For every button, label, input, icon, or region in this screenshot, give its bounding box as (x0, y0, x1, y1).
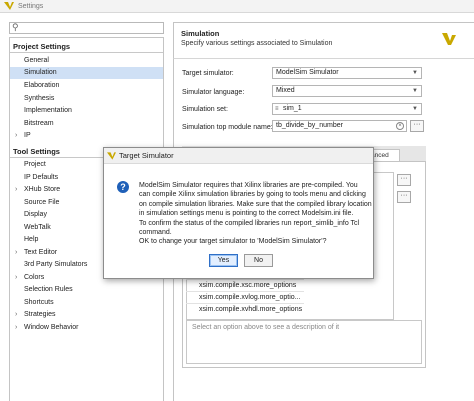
browse-top-module-button[interactable]: ··· (410, 120, 424, 132)
settings-search-input[interactable]: ⚲ (9, 22, 164, 34)
chevron-down-icon: ▼ (412, 106, 418, 112)
target-simulator-dialog: Target Simulator ? ModelSim Simulator re… (103, 147, 374, 279)
vivado-logo-icon (442, 33, 456, 45)
option-more-button-2[interactable]: ··· (397, 191, 411, 203)
option-row-xvhdl[interactable]: xsim.compile.xvhdl.more_options (186, 303, 304, 315)
dialog-message-line: ModelSim Simulator requires that Xilinx … (139, 182, 358, 189)
tree-item-elaboration[interactable]: Elaboration (10, 80, 163, 92)
search-icon: ⚲ (12, 22, 19, 32)
chevron-right-icon[interactable]: › (15, 322, 17, 334)
question-icon: ? (117, 181, 129, 193)
window-title: Settings (18, 2, 44, 10)
vivado-logo-icon (4, 2, 14, 10)
option-description: Select an option above to see a descript… (186, 320, 422, 364)
dialog-message-line: can compile Xilinx simulation libraries … (139, 191, 366, 199)
page-title: Simulation (181, 29, 220, 38)
page-subtitle: Specify various settings associated to S… (181, 40, 333, 47)
chevron-right-icon[interactable]: › (15, 184, 17, 196)
tree-item-selection-rules[interactable]: Selection Rules (10, 284, 163, 296)
simset-icon: ≡ (275, 106, 279, 112)
top-module-input[interactable]: tb_divide_by_number × (272, 120, 407, 132)
tree-item-shortcuts[interactable]: Shortcuts (10, 297, 163, 309)
option-row-xvlog[interactable]: xsim.compile.xvlog.more_optio... (186, 291, 304, 303)
title-bar: Settings (0, 0, 474, 13)
chevron-down-icon: ▼ (412, 88, 418, 94)
target-simulator-label: Target simulator: (182, 70, 234, 77)
dialog-message-line: in simulation settings menu is pointing … (139, 210, 354, 218)
tree-item-bitstream[interactable]: Bitstream (10, 118, 163, 130)
dialog-message-line: on compile simulation libraries. Make su… (139, 200, 372, 208)
option-row-xsc[interactable]: xsim.compile.xsc.more_options (186, 279, 304, 291)
dialog-message-line: To confirm the status of the compiled li… (139, 219, 360, 227)
target-simulator-select[interactable]: ModelSim Simulator ▼ (272, 67, 422, 79)
chevron-right-icon[interactable]: › (15, 272, 17, 284)
simulator-language-label: Simulator language: (182, 89, 245, 96)
no-button[interactable]: No (244, 254, 273, 267)
chevron-right-icon[interactable]: › (15, 309, 17, 321)
dialog-message-line: command. (139, 229, 172, 237)
tree-item-ip[interactable]: › IP (10, 130, 163, 142)
simulation-set-label: Simulation set: (182, 106, 228, 113)
dialog-title: Target Simulator (119, 151, 174, 160)
page-header: Simulation Specify various settings asso… (173, 22, 474, 58)
chevron-right-icon[interactable]: › (15, 247, 17, 259)
dialog-message: ModelSim Simulator requires that Xilinx … (139, 181, 372, 247)
dialog-message-line: OK to change your target simulator to 'M… (139, 238, 327, 246)
tree-item-implementation[interactable]: Implementation (10, 105, 163, 117)
tree-item-window-behavior[interactable]: › Window Behavior (10, 322, 163, 334)
dialog-title-bar: Target Simulator (104, 148, 373, 164)
chevron-right-icon[interactable]: › (15, 130, 17, 142)
simulation-set-select[interactable]: ≡ sim_1 ▼ (272, 103, 422, 115)
yes-button[interactable]: Yes (209, 254, 238, 267)
vivado-logo-icon (107, 152, 116, 160)
tree-item-general[interactable]: General (10, 55, 163, 67)
tree-item-synthesis[interactable]: Synthesis (10, 93, 163, 105)
simulator-language-select[interactable]: Mixed ▼ (272, 85, 422, 97)
section-project-settings: Project Settings (10, 41, 163, 53)
tree-item-simulation[interactable]: Simulation (10, 67, 163, 79)
top-module-label: Simulation top module name: (182, 124, 273, 131)
chevron-down-icon: ▼ (412, 70, 418, 76)
option-more-button-1[interactable]: ··· (397, 174, 411, 186)
clear-icon[interactable]: × (396, 122, 404, 130)
tree-item-strategies[interactable]: › Strategies (10, 309, 163, 321)
